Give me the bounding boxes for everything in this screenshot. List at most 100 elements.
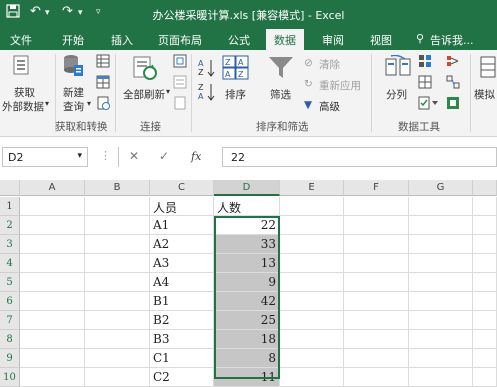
table-cell[interactable] [409,254,473,273]
table-cell[interactable] [20,311,85,330]
relationships-icon[interactable] [446,75,460,92]
select-all-corner[interactable] [0,180,20,196]
name-box[interactable]: D2 ▾ [2,147,88,167]
tab-tell-me[interactable]: 告诉我... [430,32,474,48]
table-cell[interactable] [85,197,150,216]
text-to-columns-button[interactable]: 分列 [386,87,407,102]
cancel-icon[interactable]: ✕ [129,149,139,163]
table-cell[interactable] [280,311,344,330]
table-cell[interactable]: 22 [214,216,280,235]
column-header-d[interactable]: D [214,180,280,196]
table-cell[interactable] [85,349,150,368]
table-cell[interactable] [280,330,344,349]
table-cell[interactable] [85,273,150,292]
formula-input[interactable]: 22 [222,147,497,167]
table-cell[interactable]: 人员 [150,197,214,216]
table-cell[interactable] [20,330,85,349]
table-cell[interactable] [473,311,497,330]
table-cell[interactable]: 33 [214,235,280,254]
connections-icon[interactable] [173,54,187,71]
tab-home[interactable]: 开始 [62,32,84,48]
row-header[interactable]: 8 [0,330,20,349]
table-cell[interactable] [280,235,344,254]
table-cell[interactable] [473,330,497,349]
what-if-analysis-button[interactable]: 模拟 [474,87,495,102]
row-header[interactable]: 7 [0,311,20,330]
recent-sources-icon[interactable] [96,96,110,113]
advanced-filter-button[interactable]: 高级 [319,99,340,114]
row-header[interactable]: 10 [0,368,20,387]
table-cell[interactable] [20,254,85,273]
table-cell[interactable] [85,235,150,254]
table-cell[interactable] [409,330,473,349]
table-cell[interactable] [85,254,150,273]
tab-insert[interactable]: 插入 [111,32,133,48]
worksheet-grid[interactable]: A B C D E F G 1 人员 人数 2 A1 22 3 A2 33 4 A3 13 5 A4 9 6 B… [0,180,497,387]
table-cell[interactable]: 42 [214,292,280,311]
drag-handle-icon[interactable]: ⋮ [100,149,111,162]
table-cell[interactable] [409,235,473,254]
table-cell[interactable] [85,216,150,235]
chevron-down-icon[interactable]: ▾ [166,87,170,96]
show-queries-icon[interactable] [96,54,110,71]
table-cell[interactable] [344,273,409,292]
chevron-down-icon[interactable]: ▾ [77,151,82,161]
sort-descending-icon[interactable]: ZA [198,82,216,105]
table-cell[interactable] [344,311,409,330]
tab-data[interactable]: 数据 [266,29,304,50]
table-cell[interactable] [409,349,473,368]
edit-links-icon[interactable] [173,96,187,113]
column-header-h[interactable] [473,180,497,196]
table-cell[interactable] [20,273,85,292]
remove-duplicates-icon[interactable] [418,75,432,92]
get-external-data-button[interactable]: 获取 [14,85,35,100]
table-cell[interactable] [344,216,409,235]
table-cell[interactable]: B1 [150,292,214,311]
table-cell[interactable] [20,235,85,254]
refresh-all-button[interactable]: 全部刷新 [123,87,165,102]
table-cell[interactable] [280,273,344,292]
new-query-button[interactable]: 新建 [63,85,84,100]
table-cell[interactable] [280,197,344,216]
table-cell[interactable] [20,349,85,368]
data-validation-icon[interactable] [418,96,440,113]
tab-view[interactable]: 视图 [370,32,392,48]
table-cell[interactable]: A3 [150,254,214,273]
table-cell[interactable]: B2 [150,311,214,330]
enter-icon[interactable]: ✓ [159,149,169,163]
table-cell[interactable] [344,197,409,216]
table-cell[interactable] [280,368,344,387]
insert-function-icon[interactable]: fx [191,150,201,163]
table-cell[interactable]: 人数 [214,197,280,216]
table-cell[interactable] [280,216,344,235]
table-cell[interactable] [344,292,409,311]
table-cell[interactable]: C2 [150,368,214,387]
table-cell[interactable] [20,292,85,311]
table-cell[interactable] [85,330,150,349]
table-cell[interactable] [409,216,473,235]
chevron-down-icon[interactable]: ▾ [45,99,49,108]
table-cell[interactable]: 18 [214,330,280,349]
table-cell[interactable] [473,273,497,292]
row-header[interactable]: 4 [0,254,20,273]
tab-review[interactable]: 审阅 [322,32,344,48]
table-cell[interactable]: 8 [214,349,280,368]
table-cell[interactable] [409,311,473,330]
clear-filter-button[interactable]: 清除 [319,57,340,72]
row-header[interactable]: 9 [0,349,20,368]
table-cell[interactable]: A4 [150,273,214,292]
table-cell[interactable] [409,273,473,292]
table-cell[interactable] [344,368,409,387]
table-cell[interactable] [20,197,85,216]
table-cell[interactable] [344,349,409,368]
table-cell[interactable] [20,368,85,387]
flash-fill-icon[interactable] [418,54,432,71]
row-header[interactable]: 3 [0,235,20,254]
table-cell[interactable] [473,235,497,254]
table-cell[interactable]: A1 [150,216,214,235]
chevron-down-icon[interactable]: ▾ [87,99,91,108]
column-header-e[interactable]: E [280,180,344,196]
row-header[interactable]: 2 [0,216,20,235]
table-cell[interactable]: 9 [214,273,280,292]
get-external-data-label[interactable]: 外部数据 [2,99,44,114]
